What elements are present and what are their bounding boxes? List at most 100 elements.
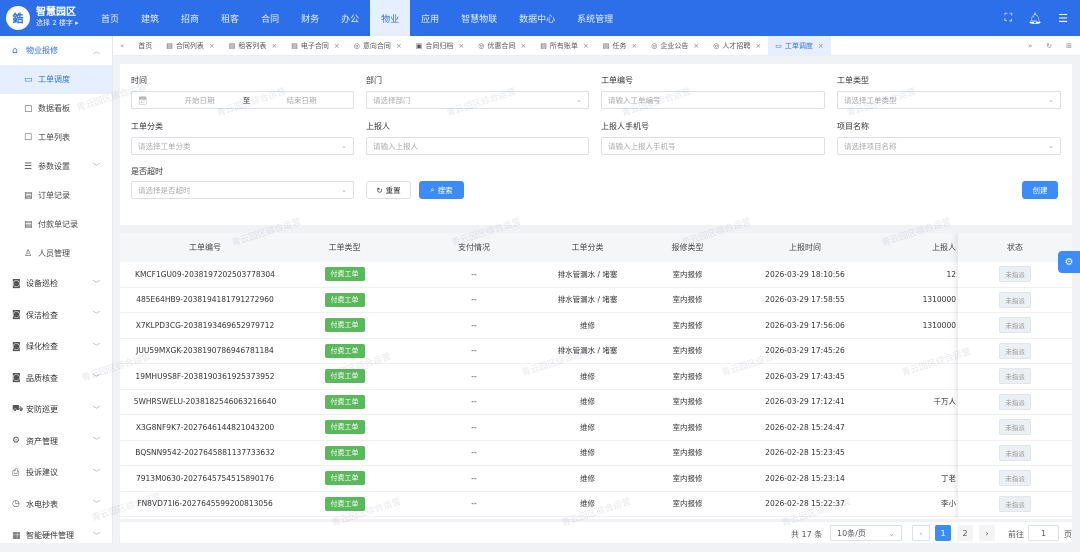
close-icon[interactable]: × bbox=[334, 42, 340, 50]
tab-6[interactable]: ◎ 优惠合同 × bbox=[471, 36, 533, 56]
reporter-input[interactable]: 请输入上报人 bbox=[366, 137, 589, 155]
close-icon[interactable]: × bbox=[209, 42, 215, 50]
refresh-icon[interactable]: ↻ bbox=[1046, 42, 1052, 50]
sidebar-item-1[interactable]: ▢ 数据看板 bbox=[0, 94, 112, 123]
phone-input[interactable]: 请输入上报人手机号 bbox=[601, 137, 825, 155]
nav-item-8[interactable]: 应用 bbox=[410, 0, 450, 36]
table-row[interactable]: 7913M0630-2027645754515890176 付费工单 -- 维修 室内报… bbox=[120, 466, 1072, 492]
order-type-select[interactable]: 请选择工单类型 ⌄ bbox=[837, 91, 1061, 109]
settings-float-button[interactable]: ⚙ bbox=[1058, 251, 1080, 273]
goto-page-input[interactable]: 1 bbox=[1028, 525, 1059, 541]
nav-item-1[interactable]: 建筑 bbox=[130, 0, 170, 36]
cell-cat: 排水管漏水 / 堵塞 bbox=[557, 295, 618, 305]
tab-label: 合同列表 bbox=[175, 41, 204, 50]
tab-4[interactable]: ◎ 意向合同 × bbox=[347, 36, 409, 56]
cell-status: 未指派 bbox=[958, 393, 1072, 410]
sidebar-module-5[interactable]: ⚙ 资产管理 ﹀ bbox=[0, 426, 112, 458]
tab-9[interactable]: ◎ 企业公告 × bbox=[644, 36, 706, 56]
tab-icon: ◎ bbox=[651, 41, 658, 50]
project-select[interactable]: 请选择项目名称 ⌄ bbox=[837, 137, 1061, 155]
cell-reporter: 丁老 bbox=[941, 473, 956, 483]
table-row[interactable]: 485E64HB9-2038194181791272960 付费工单 -- 排水管漏水… bbox=[120, 288, 1072, 313]
sidebar-group-repair[interactable]: ⌂ 物业报修 ︿ bbox=[0, 36, 112, 65]
nav-item-11[interactable]: 系统管理 bbox=[566, 0, 624, 36]
cell-rtype: 室内报修 bbox=[672, 320, 703, 330]
tab-2[interactable]: ▤ 租客列表 × bbox=[222, 36, 285, 56]
close-icon[interactable]: × bbox=[396, 42, 402, 50]
tab-10[interactable]: ◎ 人才招聘 × bbox=[706, 36, 768, 56]
tab-8[interactable]: ▤ 任务 × bbox=[596, 36, 645, 56]
nav-item-10[interactable]: 数据中心 bbox=[508, 0, 566, 36]
nav-item-5[interactable]: 财务 bbox=[290, 0, 330, 36]
sidebar-module-3[interactable]: ◙ 品质核查 ﹀ bbox=[0, 363, 112, 395]
nav-item-7[interactable]: 物业 bbox=[370, 0, 411, 36]
sidebar-module-label: 资产管理 bbox=[26, 436, 58, 446]
reset-button[interactable]: ↻ 重置 bbox=[366, 181, 411, 199]
fullscreen-icon[interactable]: ⛶ bbox=[1004, 11, 1012, 25]
tab-1[interactable]: ▤ 合同列表 × bbox=[159, 36, 222, 56]
nav-item-0[interactable]: 首页 bbox=[90, 0, 130, 36]
search-button[interactable]: ⌕ 搜索 bbox=[419, 181, 464, 199]
sidebar-module-8[interactable]: ▦ 智能硬件管理 ﹀ bbox=[0, 520, 112, 552]
table-row[interactable]: 19MHU9S8F-2038190361925373952 付费工单 -- 维修 室内报… bbox=[120, 364, 1072, 390]
close-icon[interactable]: × bbox=[755, 42, 761, 50]
sidebar-item-5[interactable]: ▤ 付款单记录 bbox=[0, 210, 112, 239]
tab-3[interactable]: ▤ 电子合同 × bbox=[284, 36, 347, 56]
prev-page-button[interactable]: ‹ bbox=[912, 525, 930, 541]
overdue-select[interactable]: 请选择是否超时 ⌄ bbox=[131, 181, 354, 199]
table-row[interactable]: FN8VD71I6-2027645599200813056 付费工单 -- 维修 室内报… bbox=[120, 492, 1072, 517]
category-select[interactable]: 请选择工单分类 ⌄ bbox=[131, 137, 354, 155]
close-icon[interactable]: × bbox=[631, 42, 637, 50]
table-row[interactable]: X7KLPD3CG-2038193469652979712 付费工单 -- 维修 室内报… bbox=[120, 313, 1072, 339]
tab-5[interactable]: ▣ 合同归档 × bbox=[409, 36, 472, 56]
sidebar-module-1[interactable]: ◙ 保洁检查 ﹀ bbox=[0, 300, 112, 332]
create-button[interactable]: 创建 bbox=[1022, 181, 1058, 199]
close-icon[interactable]: × bbox=[693, 42, 699, 50]
sidebar-item-0[interactable]: ▭ 工单调度 bbox=[0, 65, 112, 94]
sidebar-module-7[interactable]: ◷ 水电抄表 ﹀ bbox=[0, 489, 112, 521]
sidebar-item-3[interactable]: ☰ 参数设置 ﹀ bbox=[0, 152, 112, 181]
page-size-select[interactable]: 10条/页 ⌄ bbox=[830, 525, 902, 541]
page-2-button[interactable]: 2 bbox=[957, 525, 973, 541]
repair-icon: ⌂ bbox=[12, 45, 18, 56]
sidebar-module-2[interactable]: ◙ 绿化检查 ﹀ bbox=[0, 331, 112, 363]
page-1-button[interactable]: 1 bbox=[935, 525, 951, 541]
sidebar-module-6[interactable]: ⎙ 投诉建议 ﹀ bbox=[0, 457, 112, 489]
logo[interactable]: 鋯 智慧园区 选择 2 楼字 ▸ bbox=[0, 6, 90, 30]
tab-11[interactable]: ▭ 工单调度 × bbox=[768, 35, 831, 56]
tab-7[interactable]: ▤ 所有账单 × bbox=[533, 36, 596, 56]
tabs-scroll-left-icon[interactable]: « bbox=[113, 36, 131, 56]
table-row[interactable]: KMCF1GU09-2038197202503778304 付费工单 -- 排水管漏水… bbox=[120, 262, 1072, 288]
sidebar-module-0[interactable]: ◙ 设备巡检 ﹀ bbox=[0, 268, 112, 300]
sidebar-item-2[interactable]: ☐ 工单列表 bbox=[0, 123, 112, 152]
nav-item-3[interactable]: 租客 bbox=[210, 0, 250, 36]
sidebar-item-6[interactable]: ♙ 人员管理 bbox=[0, 239, 112, 268]
dept-select[interactable]: 请选择部门 ⌄ bbox=[366, 91, 589, 109]
tabs-scroll-right-icon[interactable]: » bbox=[1028, 42, 1032, 50]
close-icon[interactable]: × bbox=[271, 42, 277, 50]
bell-icon[interactable]: 🔔︎ bbox=[1028, 12, 1042, 25]
nav-item-6[interactable]: 办公 bbox=[330, 0, 370, 36]
table-row[interactable]: 5WHRSWELU-2038182546063216640 付费工单 -- 维修 室内报… bbox=[120, 390, 1072, 415]
grid-icon[interactable]: ⊞ bbox=[1066, 42, 1072, 50]
table-row[interactable]: JUU59MXGK-2038190786946781184 付费工单 -- 排水管漏水… bbox=[120, 339, 1072, 364]
nav-item-9[interactable]: 智慧物联 bbox=[450, 0, 508, 36]
order-no-input[interactable]: 请输入工单编号 bbox=[601, 91, 825, 109]
sidebar-module-4[interactable]: ⛟ 安防巡更 ﹀ bbox=[0, 394, 112, 426]
tab-0[interactable]: 首页 bbox=[131, 36, 159, 56]
close-icon[interactable]: × bbox=[520, 42, 526, 50]
close-icon[interactable]: × bbox=[583, 42, 589, 50]
nav-item-2[interactable]: 招商 bbox=[170, 0, 210, 36]
table-row[interactable]: X3G8NF9K7-2027646144821043200 付费工单 -- 维修 室内报… bbox=[120, 415, 1072, 441]
cell-reporter: 千万人 bbox=[933, 397, 957, 407]
building-selector[interactable]: 选择 2 楼字 ▸ bbox=[36, 18, 79, 29]
sidebar-item-4[interactable]: ▤ 订单记录 bbox=[0, 181, 112, 210]
next-page-button[interactable]: › bbox=[979, 525, 995, 541]
nav-item-4[interactable]: 合同 bbox=[250, 0, 290, 36]
table-row[interactable]: BQSNN9542-2027645881137733632 付费工单 -- 维修 室内报… bbox=[120, 441, 1072, 466]
list-icon: ☐ bbox=[24, 132, 33, 143]
date-range-picker[interactable]: 📅︎ 开始日期 至 结束日期 bbox=[131, 91, 354, 109]
close-icon[interactable]: × bbox=[818, 42, 824, 50]
menu-icon[interactable]: ☰ bbox=[1058, 12, 1068, 25]
close-icon[interactable]: × bbox=[458, 42, 464, 50]
